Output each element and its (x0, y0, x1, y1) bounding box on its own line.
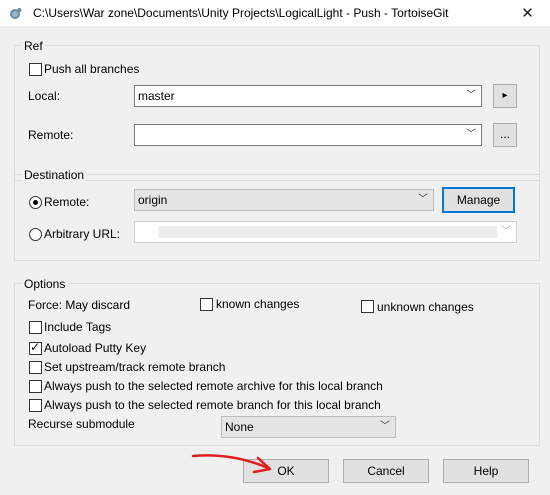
include-tags-checkbox[interactable] (29, 321, 42, 334)
tortoisegit-icon (7, 5, 23, 21)
always-push-branch-checkbox[interactable] (29, 399, 42, 412)
play-arrow-icon: ▸ (502, 90, 508, 101)
unknown-changes-checkbox[interactable] (361, 300, 374, 313)
dialog-client: Ref Push all branches Local: master ﹀ ▸ … (0, 26, 550, 495)
title-bar: C:\Users\War zone\Documents\Unity Projec… (0, 0, 550, 26)
remote-branch-combo[interactable]: ﹀ (134, 124, 482, 146)
local-label: Local: (28, 89, 61, 103)
arbitrary-url-combo[interactable]: ﹀ (134, 221, 517, 243)
remote-radio-label: Remote: (44, 195, 90, 209)
autoload-putty-label: Autoload Putty Key (44, 341, 147, 355)
local-branch-combo[interactable]: master ﹀ (134, 85, 482, 107)
local-branch-menu-button[interactable]: ▸ (493, 84, 517, 108)
recurse-submodule-combo[interactable]: None ﹀ (221, 416, 396, 438)
chevron-down-icon: ﹀ (418, 194, 428, 205)
ref-legend: Ref (22, 39, 45, 53)
arbitrary-url-label: Arbitrary URL: (44, 227, 121, 241)
url-field-placeholder (159, 226, 497, 238)
recurse-submodule-label: Recurse submodule (28, 417, 135, 431)
known-changes-checkbox[interactable] (200, 298, 213, 311)
close-icon: ✕ (521, 5, 534, 22)
chevron-down-icon: ﹀ (380, 421, 390, 432)
cancel-button[interactable]: Cancel (343, 459, 429, 483)
push-all-branches-label: Push all branches (44, 62, 140, 76)
manage-button[interactable]: Manage (442, 187, 515, 213)
chevron-down-icon: ﹀ (466, 90, 476, 101)
destination-legend: Destination (22, 168, 87, 182)
push-all-branches-checkbox[interactable] (29, 63, 42, 76)
window-title: C:\Users\War zone\Documents\Unity Projec… (33, 6, 449, 20)
always-push-archive-label: Always push to the selected remote archi… (44, 379, 383, 393)
include-tags-label: Include Tags (44, 320, 112, 334)
set-upstream-label: Set upstream/track remote branch (44, 360, 226, 374)
chevron-down-icon: ﹀ (501, 226, 511, 237)
force-label: Force: May discard (28, 298, 131, 312)
set-upstream-checkbox[interactable] (29, 361, 42, 374)
unknown-changes-label: unknown changes (377, 300, 474, 314)
help-label: Help (473, 464, 499, 478)
remote-value: origin (138, 193, 168, 207)
chevron-down-icon: ﹀ (466, 129, 476, 140)
options-legend: Options (22, 277, 68, 291)
remote-radio[interactable] (29, 196, 42, 209)
close-button[interactable]: ✕ (505, 0, 550, 26)
always-push-branch-label: Always push to the selected remote branc… (44, 398, 381, 412)
help-button[interactable]: Help (443, 459, 529, 483)
always-push-archive-checkbox[interactable] (29, 380, 42, 393)
recurse-submodule-value: None (225, 420, 254, 434)
manage-label: Manage (456, 193, 501, 207)
remote-combo[interactable]: origin ﹀ (134, 189, 434, 211)
arbitrary-url-radio[interactable] (29, 228, 42, 241)
local-branch-value: master (138, 89, 175, 103)
known-changes-label: known changes (216, 297, 300, 311)
remote-branch-browse-button[interactable]: ... (493, 123, 517, 147)
browse-label: ... (499, 127, 510, 141)
autoload-putty-checkbox[interactable] (29, 340, 42, 355)
remote-branch-label: Remote: (28, 128, 74, 142)
red-arrow-annotation (191, 454, 272, 474)
cancel-label: Cancel (367, 464, 405, 478)
